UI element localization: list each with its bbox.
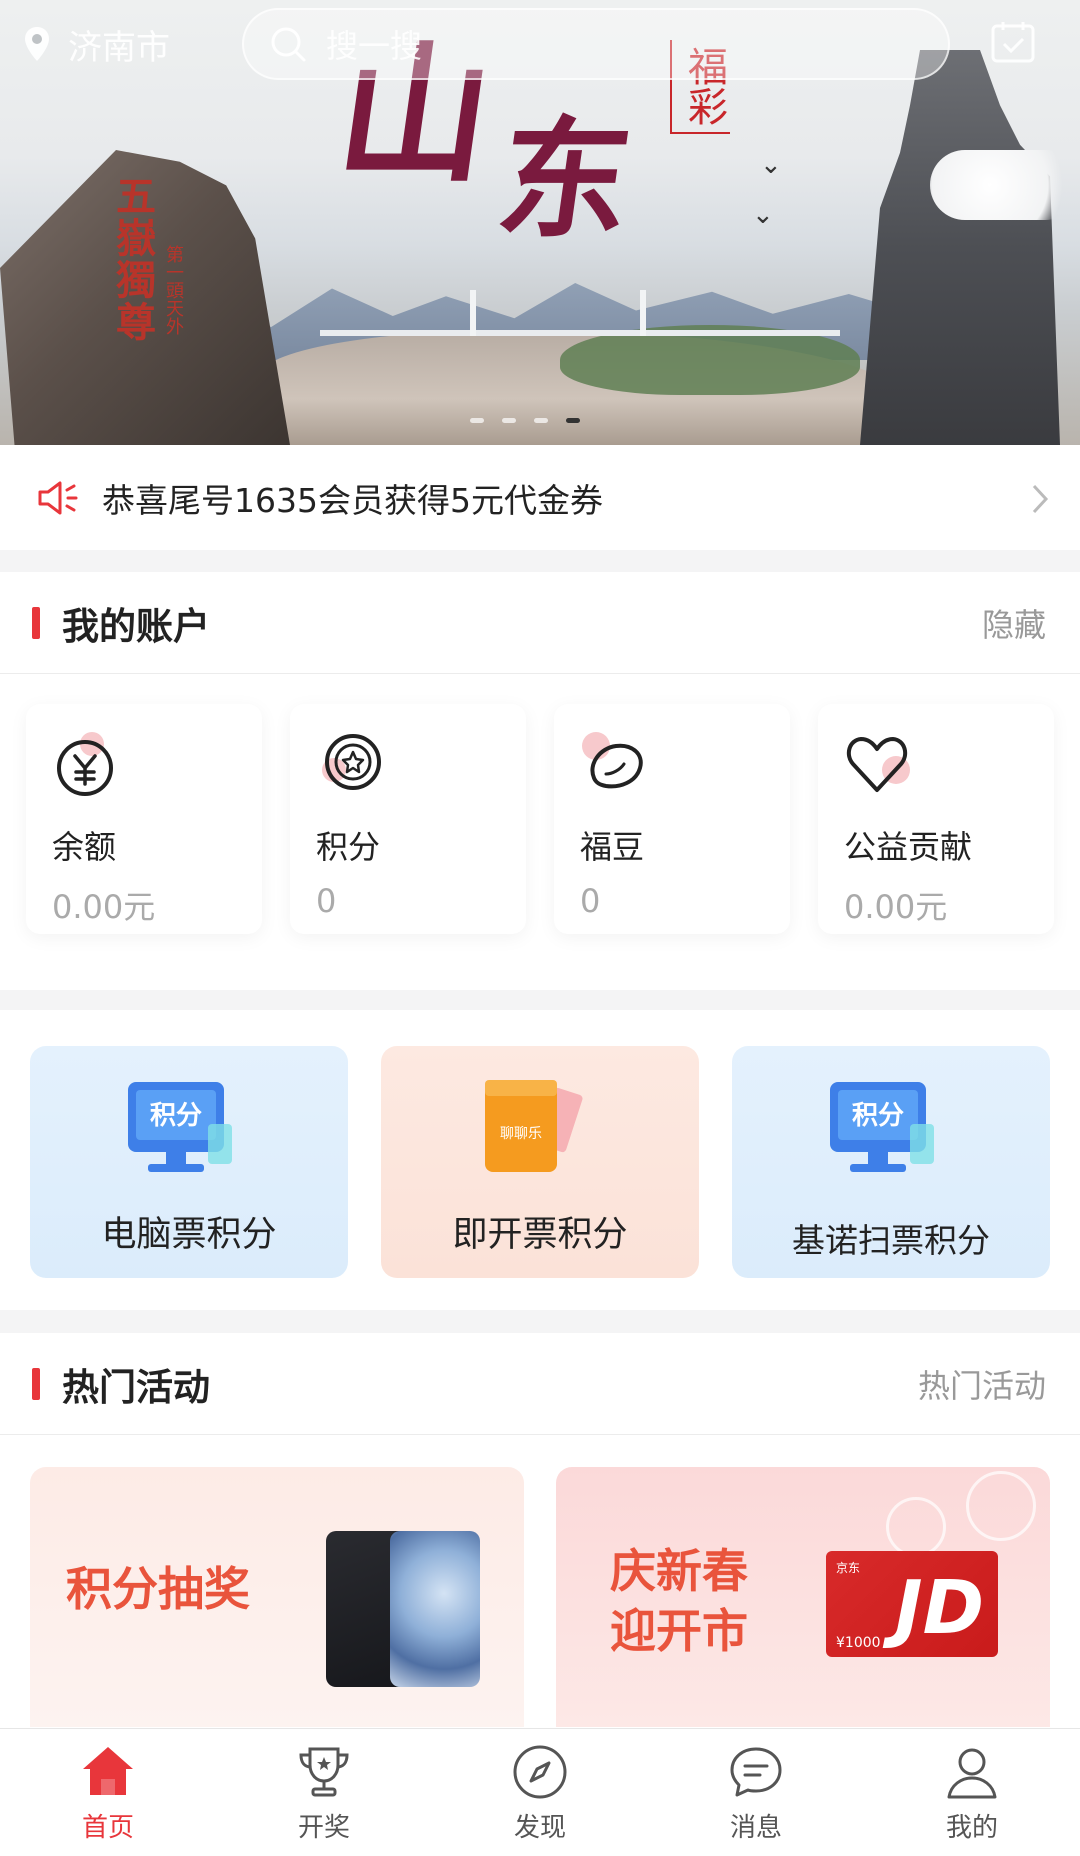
account-item-charity[interactable]: 公益贡献 0.00元 (818, 704, 1054, 934)
search-icon (271, 27, 306, 62)
activity-title-line1: 庆新春 (610, 1544, 748, 1598)
tab-label: 消息 (729, 1813, 782, 1843)
banner-carousel[interactable]: 五嶽獨尊 第一頭天外 山 东 福彩 ⌄ ⌄ 济南市 搜一搜 (0, 0, 1080, 445)
bean-icon (582, 732, 643, 789)
banner-cloud (930, 150, 1080, 220)
carousel-indicator (470, 418, 580, 423)
bottom-tab-bar: 首页 开奖 发现 消息 我的 (0, 1728, 1080, 1856)
banner-bridge (320, 330, 840, 336)
jd-gift-card-image: 京东 JD ¥1000 (826, 1551, 998, 1657)
bird-icon: ⌄ (752, 200, 774, 230)
account-grid: 余额 0.00元 积分 0 福豆 0 公益贡献 0.00元 (0, 674, 1080, 954)
computer-ticket-points-tile[interactable]: 积分 电脑票积分 (30, 1046, 348, 1278)
banner-calligraphy-2: 东 (489, 103, 631, 256)
notice-bar[interactable]: 恭喜尾号1635会员获得5元代金券 (0, 445, 1080, 550)
banner-statue (860, 50, 1060, 445)
account-value: 0 (580, 882, 601, 920)
home-icon (83, 1747, 133, 1795)
rock-inscription-small: 第一頭天外 (163, 245, 184, 335)
activity-title: 积分抽奖 (66, 1562, 250, 1616)
computer-points-icon: 积分 (830, 1082, 934, 1172)
hot-more-link[interactable]: 热门活动 (918, 1361, 1046, 1407)
chevron-right-icon[interactable] (1030, 483, 1050, 515)
tab-label: 首页 (81, 1813, 134, 1843)
hot-cards: 积分抽奖 庆新春 迎开市 京东 JD ¥1000 (0, 1435, 1080, 1727)
location-selector[interactable]: 济南市 (22, 20, 170, 69)
tab-label: 开奖 (297, 1813, 350, 1843)
search-bar[interactable]: 搜一搜 (242, 8, 950, 80)
phone-image-screen (390, 1531, 480, 1687)
message-icon (730, 1747, 782, 1797)
account-label: 余额 (52, 828, 117, 866)
account-title: 我的账户 (62, 604, 210, 648)
star-coin-icon (322, 734, 381, 790)
account-value: 0.00元 (844, 888, 948, 926)
points-lottery-card[interactable]: 积分抽奖 (30, 1467, 524, 1727)
location-label: 济南市 (68, 28, 170, 68)
account-value: 0.00元 (52, 888, 156, 926)
account-label: 福豆 (580, 828, 645, 866)
computer-points-icon: 积分 (128, 1082, 232, 1172)
account-item-balance[interactable]: 余额 0.00元 (26, 704, 262, 934)
carousel-dot[interactable] (470, 418, 484, 423)
section-marker (32, 1367, 40, 1400)
monitor-text: 积分 (150, 1101, 202, 1131)
tab-discover[interactable]: 发现 (432, 1729, 648, 1856)
blossom-decoration (886, 1497, 946, 1557)
account-label: 公益贡献 (844, 828, 973, 866)
tab-draw[interactable]: 开奖 (216, 1729, 432, 1856)
points-section: 积分 电脑票积分 聊聊乐 即开票积分 积分 基诺扫票积分 (0, 1010, 1080, 1310)
monitor-text: 积分 (852, 1101, 904, 1131)
account-header: 我的账户 隐藏 (0, 572, 1080, 674)
activity-title-line2: 迎开市 (610, 1604, 748, 1658)
account-label: 积分 (316, 828, 381, 866)
hot-title: 热门活动 (62, 1365, 210, 1409)
search-placeholder: 搜一搜 (326, 27, 423, 65)
account-value: 0 (316, 882, 337, 920)
yuan-coin-icon (57, 732, 113, 796)
account-item-beans[interactable]: 福豆 0 (554, 704, 790, 934)
jd-card-brand: 京东 (836, 1561, 861, 1575)
tab-messages[interactable]: 消息 (648, 1729, 864, 1856)
jd-card-amount: ¥1000 (836, 1635, 881, 1651)
jd-logo: JD (895, 1565, 984, 1651)
heart-icon (846, 737, 910, 792)
account-item-points[interactable]: 积分 0 (290, 704, 526, 934)
tab-mine[interactable]: 我的 (864, 1729, 1080, 1856)
scratch-ticket-text: 聊聊乐 (500, 1126, 542, 1142)
points-tile-label: 基诺扫票积分 (792, 1221, 990, 1260)
bridge-pylon (640, 290, 646, 336)
points-tile-label: 即开票积分 (452, 1215, 628, 1255)
instant-ticket-points-tile[interactable]: 聊聊乐 即开票积分 (381, 1046, 699, 1278)
hot-header: 热门活动 热门活动 (0, 1333, 1080, 1435)
account-section: 我的账户 隐藏 余额 0.00元 积分 0 福豆 0 公益贡献 0.00元 (0, 572, 1080, 990)
blossom-decoration (966, 1471, 1036, 1541)
carousel-dot-active[interactable] (566, 418, 580, 423)
spring-festival-card[interactable]: 庆新春 迎开市 京东 JD ¥1000 (556, 1467, 1050, 1727)
hot-activities-section: 热门活动 热门活动 积分抽奖 庆新春 迎开市 京东 JD ¥1000 (0, 1333, 1080, 1733)
section-marker (32, 606, 40, 639)
location-pin-icon (25, 26, 49, 61)
keno-ticket-points-tile[interactable]: 积分 基诺扫票积分 (732, 1046, 1050, 1278)
user-icon (947, 1748, 997, 1799)
carousel-dot[interactable] (502, 418, 516, 423)
bird-icon: ⌄ (760, 150, 782, 180)
trophy-icon (299, 1747, 349, 1797)
scratch-ticket-icon: 聊聊乐 (485, 1080, 583, 1172)
tab-label: 发现 (513, 1813, 566, 1843)
sign-in-calendar-icon[interactable] (990, 20, 1036, 64)
compass-icon (513, 1745, 567, 1799)
rock-inscription: 五嶽獨尊 (109, 175, 155, 343)
speaker-icon (38, 481, 78, 514)
bridge-pylon (470, 290, 476, 336)
tab-label: 我的 (945, 1813, 998, 1843)
notice-text: 恭喜尾号1635会员获得5元代金券 (102, 480, 603, 520)
hide-balance-button[interactable]: 隐藏 (982, 600, 1046, 646)
points-tile-label: 电脑票积分 (101, 1215, 277, 1255)
tab-home[interactable]: 首页 (0, 1729, 216, 1856)
carousel-dot[interactable] (534, 418, 548, 423)
